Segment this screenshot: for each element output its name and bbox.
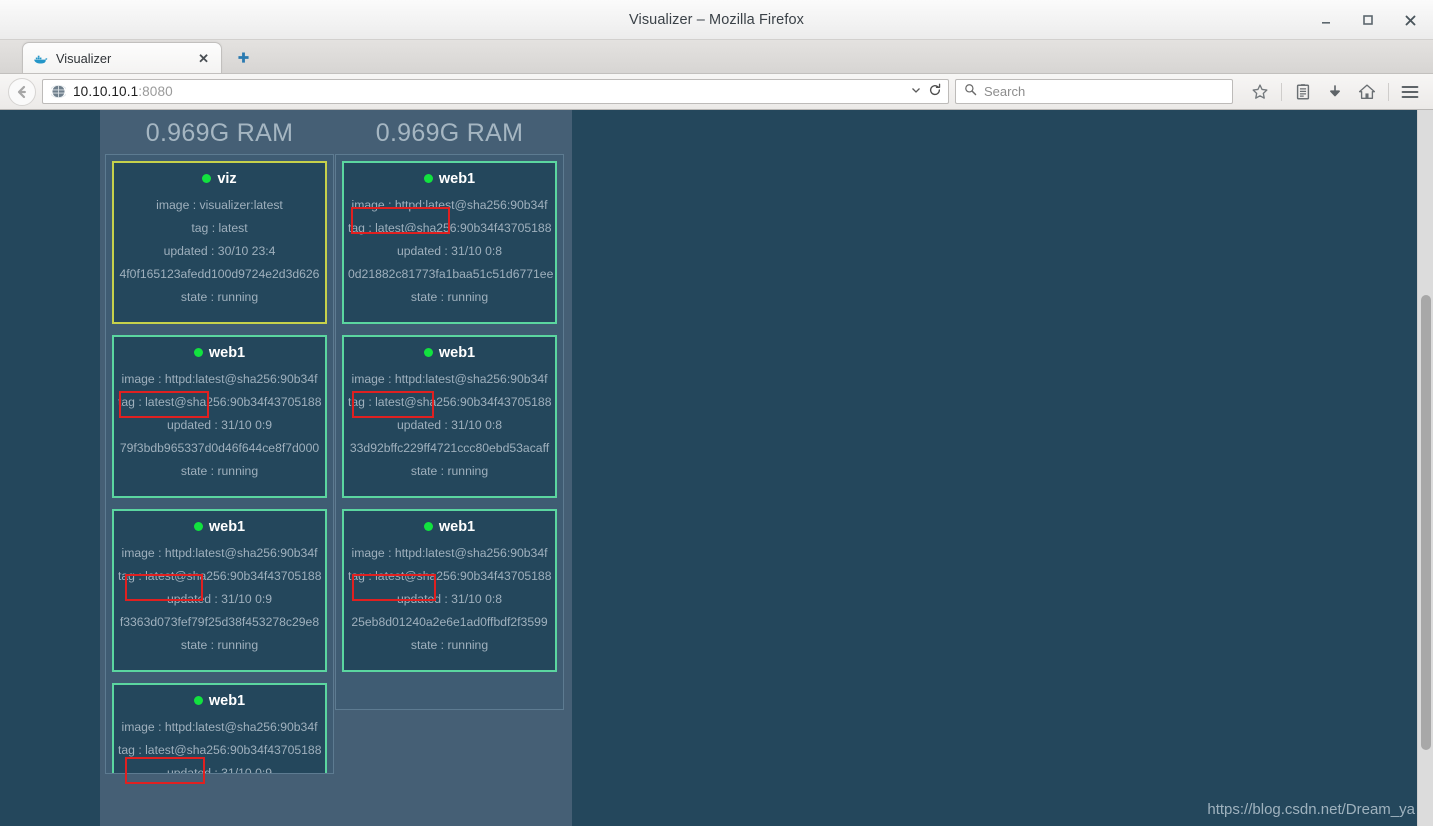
status-dot-icon <box>193 347 203 357</box>
url-port: :8080 <box>138 84 173 99</box>
window-title: Visualizer – Mozilla Firefox <box>629 11 804 28</box>
task-tag: tag : latest@sha256:90b34f43705188 <box>348 395 552 409</box>
status-dot-icon <box>423 347 433 357</box>
task-card[interactable]: web1 image : httpd:latest@sha256:90b34f … <box>342 509 557 672</box>
task-updated: updated : 30/10 23:4 <box>163 244 276 258</box>
chevron-down-icon[interactable] <box>911 85 921 98</box>
tab-close-icon[interactable]: ✕ <box>194 50 213 67</box>
task-image: image : httpd:latest@sha256:90b34f <box>121 546 318 560</box>
toolbar-icons <box>1245 78 1425 106</box>
node-left-tasks: viz image : visualizer:latest tag : late… <box>105 154 334 774</box>
task-name: web1 <box>118 519 321 535</box>
task-tag: tag : latest@sha256:90b34f43705188 <box>118 395 322 409</box>
node-right: 0.969G RAM web1 image : httpd:latest@sha… <box>335 110 564 710</box>
downloads-icon[interactable] <box>1320 78 1350 106</box>
task-name: web1 <box>348 519 551 535</box>
node-right-tasks: web1 image : httpd:latest@sha256:90b34f … <box>335 154 564 710</box>
toolbar-separator <box>1281 82 1282 101</box>
toolbar-separator <box>1388 82 1389 101</box>
task-name: viz <box>118 171 321 187</box>
window-controls <box>1313 0 1423 40</box>
status-dot-icon <box>193 695 203 705</box>
task-image: image : httpd:latest@sha256:90b34f <box>351 546 548 560</box>
url-text: 10.10.10.1:8080 <box>73 84 904 99</box>
url-host: 10.10.10.1 <box>73 84 139 99</box>
task-image: image : visualizer:latest <box>156 198 283 212</box>
task-card[interactable]: web1 image : httpd:latest@sha256:90b34f … <box>342 335 557 498</box>
node-right-title: 0.969G RAM <box>375 119 524 147</box>
task-id: 33d92bffc229ff4721ccc80ebd53acaff <box>349 441 550 455</box>
task-id: f3363d073fef79f25d38f453278c29e8 <box>119 615 320 629</box>
task-updated: updated : 31/10 0:9 <box>166 766 273 774</box>
back-button[interactable] <box>8 77 36 106</box>
status-dot-icon <box>423 173 433 183</box>
library-icon[interactable] <box>1288 78 1318 106</box>
task-name: web1 <box>348 171 551 187</box>
scrollbar-thumb[interactable] <box>1421 295 1431 750</box>
task-name: web1 <box>348 345 551 361</box>
new-tab-button[interactable] <box>232 46 254 68</box>
home-icon[interactable] <box>1352 78 1382 106</box>
task-tag: tag : latest@sha256:90b34f43705188 <box>118 743 322 757</box>
task-updated: updated : 31/10 0:9 <box>166 592 273 606</box>
task-card[interactable]: web1 image : httpd:latest@sha256:90b34f … <box>112 335 327 498</box>
task-state: state : running <box>410 638 489 652</box>
task-id: 0d21882c81773fa1baa51c51d6771ee <box>348 267 554 281</box>
search-icon <box>964 83 977 101</box>
reload-icon[interactable] <box>928 83 942 100</box>
docker-whale-icon <box>33 51 48 66</box>
task-tag: tag : latest@sha256:90b34f43705188 <box>348 221 552 235</box>
task-id: 79f3bdb965337d0d46f644ce8f7d000 <box>119 441 320 455</box>
minimize-button[interactable] <box>1313 7 1339 33</box>
task-tag: tag : latest <box>191 221 248 235</box>
bookmark-star-icon[interactable] <box>1245 78 1275 106</box>
status-dot-icon <box>202 173 212 183</box>
status-dot-icon <box>193 521 203 531</box>
task-state: state : running <box>180 290 259 304</box>
globe-icon <box>49 84 68 99</box>
node-left-title: 0.969G RAM <box>145 119 294 147</box>
task-updated: updated : 31/10 0:8 <box>396 418 503 432</box>
title-bar: Visualizer – Mozilla Firefox <box>0 0 1433 40</box>
navigation-toolbar: 10.10.10.1:8080 Search <box>0 74 1433 110</box>
task-name: web1 <box>118 345 321 361</box>
task-updated: updated : 31/10 0:8 <box>396 244 503 258</box>
task-state: state : running <box>410 290 489 304</box>
task-state: state : running <box>410 464 489 478</box>
watermark-text: https://blog.csdn.net/Dream_ya <box>1207 801 1415 818</box>
swarm-nodes-row: 0.969G RAM viz image : visualizer:latest… <box>100 110 572 826</box>
task-id: 4f0f165123afedd100d9724e2d3d626 <box>119 267 320 281</box>
task-tag: tag : latest@sha256:90b34f43705188 <box>118 569 322 583</box>
task-state: state : running <box>180 638 259 652</box>
task-id: 25eb8d01240a2e6e1ad0ffbdf2f3599 <box>351 615 548 629</box>
menu-icon[interactable] <box>1395 78 1425 106</box>
task-card[interactable]: web1 image : httpd:latest@sha256:90b34f … <box>112 509 327 672</box>
task-updated: updated : 31/10 0:8 <box>396 592 503 606</box>
task-card[interactable]: web1 image : httpd:latest@sha256:90b34f … <box>342 161 557 324</box>
url-bar[interactable]: 10.10.10.1:8080 <box>42 79 949 104</box>
task-card[interactable]: web1 image : httpd:latest@sha256:90b34f … <box>112 683 327 774</box>
task-image: image : httpd:latest@sha256:90b34f <box>121 720 318 734</box>
tab-visualizer[interactable]: Visualizer ✕ <box>22 42 222 73</box>
page-viewport: 0.969G RAM viz image : visualizer:latest… <box>0 110 1433 826</box>
search-bar[interactable]: Search <box>955 79 1233 104</box>
task-name: web1 <box>118 693 321 709</box>
vertical-scrollbar[interactable] <box>1417 110 1433 826</box>
task-tag: tag : latest@sha256:90b34f43705188 <box>348 569 552 583</box>
firefox-window: Visualizer – Mozilla Firefox Visualizer … <box>0 0 1433 826</box>
search-input[interactable]: Search <box>984 84 1025 99</box>
task-card[interactable]: viz image : visualizer:latest tag : late… <box>112 161 327 324</box>
task-image: image : httpd:latest@sha256:90b34f <box>351 372 548 386</box>
task-updated: updated : 31/10 0:9 <box>166 418 273 432</box>
node-left: 0.969G RAM viz image : visualizer:latest… <box>105 110 334 774</box>
tab-strip: Visualizer ✕ <box>0 40 1433 74</box>
task-state: state : running <box>180 464 259 478</box>
tab-label: Visualizer <box>56 50 112 66</box>
task-image: image : httpd:latest@sha256:90b34f <box>351 198 548 212</box>
status-dot-icon <box>423 521 433 531</box>
maximize-button[interactable] <box>1355 7 1381 33</box>
task-image: image : httpd:latest@sha256:90b34f <box>121 372 318 386</box>
close-button[interactable] <box>1397 7 1423 33</box>
